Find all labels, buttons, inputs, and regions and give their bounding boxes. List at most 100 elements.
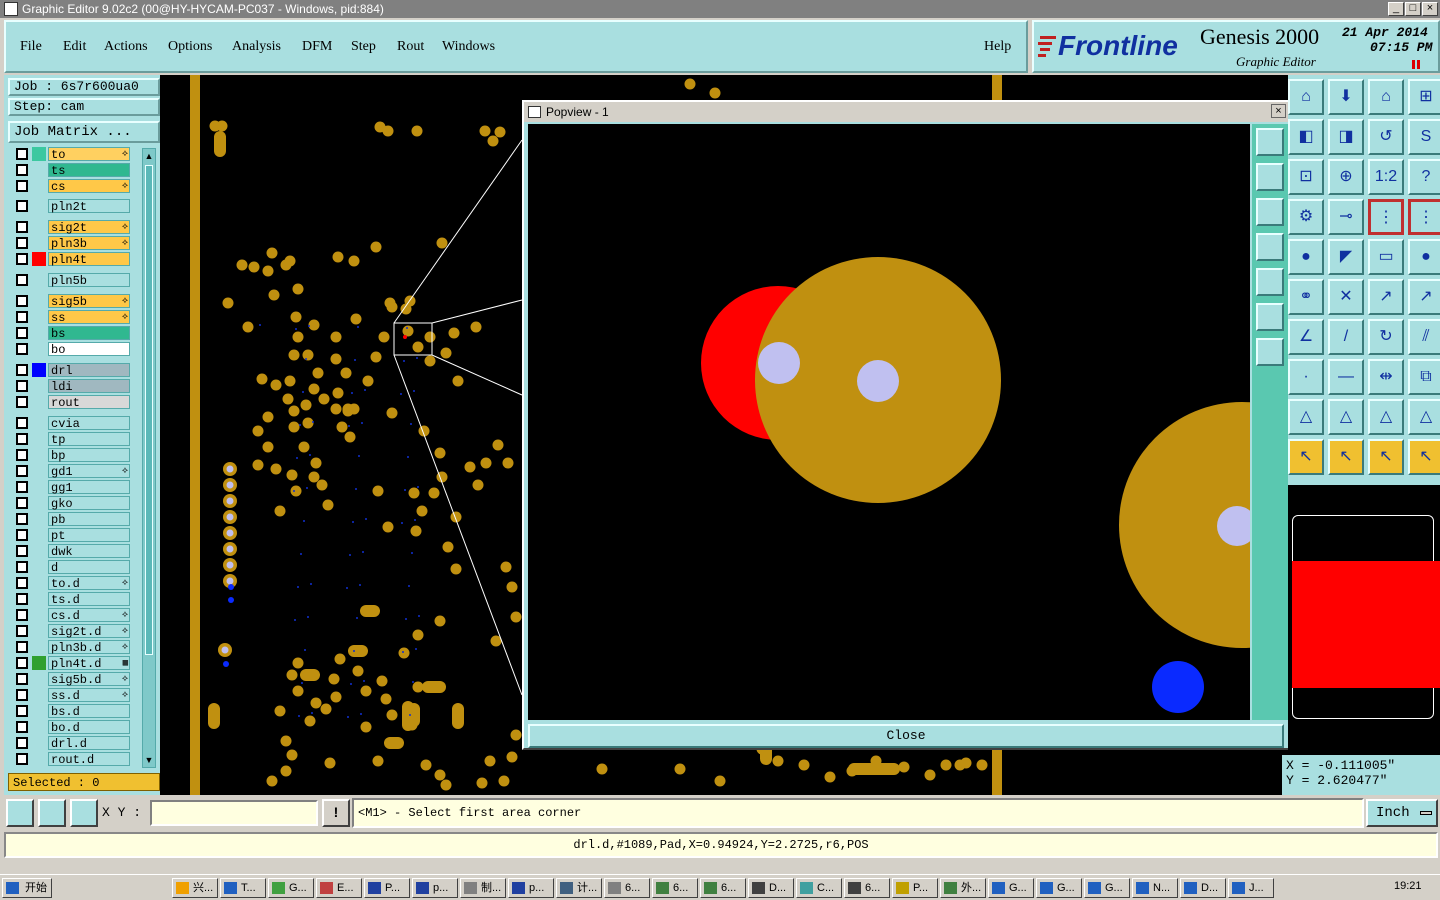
layer-name[interactable]: cs bbox=[48, 179, 130, 194]
pan-up-icon[interactable] bbox=[1256, 163, 1284, 191]
cross-icon[interactable]: ✕ bbox=[1328, 279, 1364, 315]
layer-checkbox[interactable] bbox=[16, 237, 28, 249]
layer-name[interactable]: d bbox=[48, 560, 130, 575]
layer-row-ts[interactable]: ts bbox=[12, 163, 130, 178]
measure-icon[interactable] bbox=[38, 799, 66, 827]
layer-color-swatch[interactable] bbox=[32, 640, 46, 654]
layer-name[interactable]: drl.d bbox=[48, 736, 130, 751]
layer-color-swatch[interactable] bbox=[32, 496, 46, 510]
layer-checkbox[interactable] bbox=[16, 164, 28, 176]
layer-checkbox[interactable] bbox=[16, 545, 28, 557]
taskbar-button[interactable]: G... bbox=[268, 878, 314, 898]
layer-name[interactable]: gko bbox=[48, 496, 130, 511]
settings-icon[interactable]: ⚙ bbox=[1288, 199, 1324, 235]
layer-color-swatch[interactable] bbox=[32, 656, 46, 670]
minimize-button[interactable]: _ bbox=[1388, 2, 1404, 16]
popview-canvas[interactable] bbox=[528, 124, 1250, 720]
layer-row-gg1[interactable]: gg1 bbox=[12, 480, 130, 495]
layer-color-swatch[interactable] bbox=[32, 395, 46, 409]
layer-color-swatch[interactable] bbox=[32, 310, 46, 324]
help-icon[interactable]: ? bbox=[1408, 159, 1440, 195]
layer-color-swatch[interactable] bbox=[32, 294, 46, 308]
pointer-icon[interactable]: ↖ bbox=[1288, 439, 1324, 475]
layer-color-swatch[interactable] bbox=[32, 464, 46, 478]
layer-row-sig2t[interactable]: sig2t ⟡ bbox=[12, 220, 130, 235]
layer-name[interactable]: drl bbox=[48, 363, 130, 378]
layer-checkbox[interactable] bbox=[16, 200, 28, 212]
layer-checkbox[interactable] bbox=[16, 577, 28, 589]
pan-right-icon[interactable] bbox=[1256, 268, 1284, 296]
taskbar-button[interactable]: P... bbox=[364, 878, 410, 898]
job-matrix-button[interactable]: Job Matrix ... bbox=[8, 121, 160, 143]
layer-name[interactable]: pb bbox=[48, 512, 130, 527]
layer-name[interactable]: dwk bbox=[48, 544, 130, 559]
taskbar-button[interactable]: p... bbox=[508, 878, 554, 898]
dot-icon[interactable]: ● bbox=[1408, 239, 1440, 275]
zoom-out-icon[interactable] bbox=[1256, 338, 1284, 366]
maximize-button[interactable]: □ bbox=[1405, 2, 1421, 16]
layer-name[interactable]: ss.d bbox=[48, 688, 130, 703]
layer-row-tp[interactable]: tp bbox=[12, 432, 130, 447]
taskbar-button[interactable]: T... bbox=[220, 878, 266, 898]
layer-row-cs-d[interactable]: cs.d ⟡ bbox=[12, 608, 130, 623]
layer-checkbox[interactable] bbox=[16, 311, 28, 323]
snap-icon[interactable] bbox=[6, 799, 34, 827]
layer-color-swatch[interactable] bbox=[32, 416, 46, 430]
layer-checkbox[interactable] bbox=[16, 449, 28, 461]
layer-row-pt[interactable]: pt bbox=[12, 528, 130, 543]
point-icon[interactable]: · bbox=[1288, 359, 1324, 395]
menu-dfm[interactable]: DFM bbox=[302, 39, 332, 55]
layer-name[interactable]: rout.d bbox=[48, 752, 130, 767]
layer-name[interactable]: sig5b bbox=[48, 294, 130, 309]
overview-map[interactable] bbox=[1288, 485, 1440, 755]
layer-row-gd1[interactable]: gd1 ⟡ bbox=[12, 464, 130, 479]
pan-left-icon[interactable] bbox=[1256, 233, 1284, 261]
layer-color-swatch[interactable] bbox=[32, 432, 46, 446]
layer-checkbox[interactable] bbox=[16, 274, 28, 286]
taskbar-button[interactable]: P... bbox=[892, 878, 938, 898]
layer-row-bo[interactable]: bo bbox=[12, 342, 130, 357]
taskbar-button[interactable]: J... bbox=[1228, 878, 1274, 898]
layer-name[interactable]: sig2t bbox=[48, 220, 130, 235]
home-icon[interactable]: ⌂ bbox=[1368, 79, 1404, 115]
layer-checkbox[interactable] bbox=[16, 327, 28, 339]
layer-row-bo-d[interactable]: bo.d bbox=[12, 720, 130, 735]
menu-step[interactable]: Step bbox=[351, 39, 376, 55]
layer-checkbox[interactable] bbox=[16, 641, 28, 653]
layer-checkbox[interactable] bbox=[16, 593, 28, 605]
layer-row-sig5b[interactable]: sig5b ⟡ bbox=[12, 294, 130, 309]
layer-checkbox[interactable] bbox=[16, 753, 28, 765]
link-icon[interactable]: ↗ bbox=[1368, 279, 1404, 315]
layer-checkbox[interactable] bbox=[16, 497, 28, 509]
layer-checkbox[interactable] bbox=[16, 673, 28, 685]
layer-color-swatch[interactable] bbox=[32, 560, 46, 574]
angle-icon[interactable]: ∠ bbox=[1288, 319, 1324, 355]
layer-checkbox[interactable] bbox=[16, 433, 28, 445]
layer-name[interactable]: ts.d bbox=[48, 592, 130, 607]
menu-windows[interactable]: Windows bbox=[442, 39, 495, 55]
menu-rout[interactable]: Rout bbox=[397, 39, 424, 55]
layer-row-ss[interactable]: ss ⟡ bbox=[12, 310, 130, 325]
layer-row-cs[interactable]: cs ⟡ bbox=[12, 179, 130, 194]
parallel-icon[interactable]: ⫽ bbox=[1408, 319, 1440, 355]
layer-checkbox[interactable] bbox=[16, 561, 28, 573]
layer-row-drl[interactable]: drl bbox=[12, 363, 130, 378]
layer-color-swatch[interactable] bbox=[32, 480, 46, 494]
triangle-grid-icon[interactable]: △ bbox=[1408, 399, 1440, 435]
layer-name[interactable]: pln3b bbox=[48, 236, 130, 251]
layer-name[interactable]: tp bbox=[48, 432, 130, 447]
group-icon[interactable]: ⧉ bbox=[1408, 359, 1440, 395]
layer-checkbox[interactable] bbox=[16, 364, 28, 376]
layer-color-swatch[interactable] bbox=[32, 736, 46, 750]
triangle-bold-icon[interactable]: △ bbox=[1368, 399, 1404, 435]
undo-icon[interactable]: ↺ bbox=[1368, 119, 1404, 155]
layer-row-drl-d[interactable]: drl.d bbox=[12, 736, 130, 751]
exclaim-icon[interactable]: ! bbox=[322, 799, 350, 827]
scroll-thumb[interactable] bbox=[145, 165, 153, 655]
layer-row-ts-d[interactable]: ts.d bbox=[12, 592, 130, 607]
layer-row-pln4t-d[interactable]: pln4t.d ▦ bbox=[12, 656, 130, 671]
layer-color-swatch[interactable] bbox=[32, 512, 46, 526]
layer-name[interactable]: pln5b bbox=[48, 273, 130, 288]
pan-right-tool-icon[interactable]: ◨ bbox=[1328, 119, 1364, 155]
layer-color-swatch[interactable] bbox=[32, 752, 46, 766]
